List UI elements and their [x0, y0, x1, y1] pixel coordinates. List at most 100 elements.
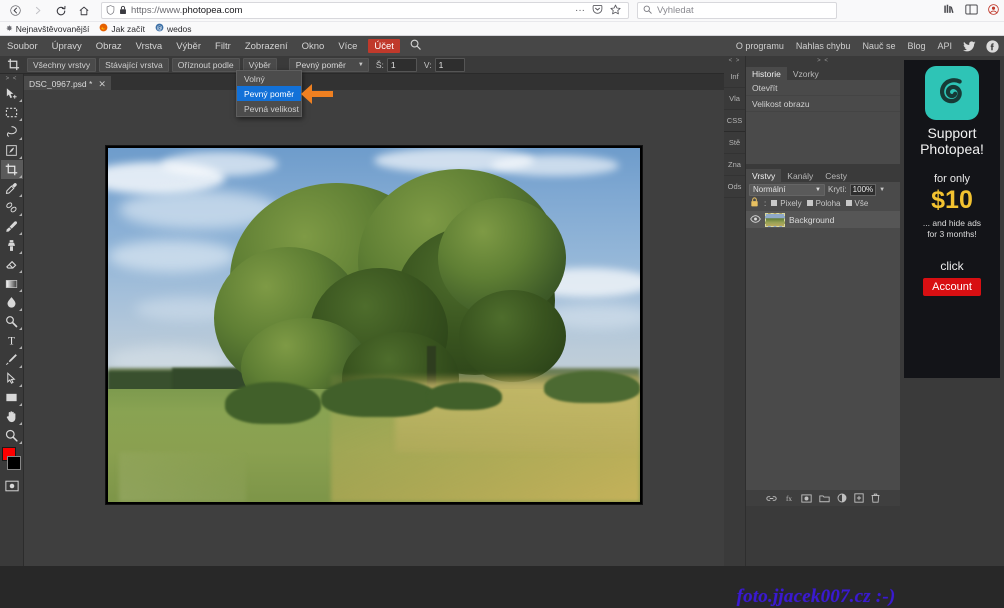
- reload-button[interactable]: [50, 1, 72, 21]
- dropdown-item-pevna-velikost[interactable]: Pevná velikost: [237, 101, 301, 116]
- bookmark-item[interactable]: Jak začít: [99, 23, 145, 34]
- library-icon[interactable]: [943, 3, 955, 18]
- menu-ucet-button[interactable]: Účet: [368, 39, 400, 53]
- sidebar-icon[interactable]: [965, 4, 978, 18]
- vtab-ste[interactable]: Stě: [724, 132, 745, 154]
- facebook-icon[interactable]: [981, 40, 1004, 53]
- collapse-icon[interactable]: < >: [724, 56, 745, 66]
- close-icon[interactable]: ✕: [98, 79, 106, 90]
- height-input[interactable]: 1: [435, 58, 465, 72]
- dodge-tool[interactable]: [1, 312, 23, 331]
- link-nauc-se[interactable]: Nauč se: [856, 36, 901, 56]
- bookmark-item[interactable]: @ wedos: [155, 23, 192, 34]
- type-tool[interactable]: T: [1, 331, 23, 350]
- dropdown-item-pevny-pomer[interactable]: Pevný poměr: [237, 86, 301, 101]
- brush-tool[interactable]: [1, 217, 23, 236]
- chevron-down-icon[interactable]: ▼: [879, 187, 885, 193]
- quick-mask-toggle[interactable]: [1, 476, 23, 495]
- menu-search-icon[interactable]: [404, 39, 427, 53]
- ad-account-button[interactable]: Account: [923, 278, 981, 296]
- collapse-icon[interactable]: > <: [746, 56, 900, 66]
- image-document[interactable]: [105, 145, 643, 505]
- account-icon[interactable]: [988, 4, 999, 18]
- link-blog[interactable]: Blog: [901, 36, 931, 56]
- eraser-tool[interactable]: [1, 255, 23, 274]
- link-layers-icon[interactable]: [766, 494, 777, 503]
- pen-tool[interactable]: [1, 350, 23, 369]
- delete-layer-icon[interactable]: [871, 493, 880, 503]
- vtab-ods[interactable]: Ods: [724, 176, 745, 198]
- menu-zobrazeni[interactable]: Zobrazení: [238, 36, 295, 56]
- healing-brush-tool[interactable]: [1, 198, 23, 217]
- tab-historie[interactable]: Historie: [746, 67, 787, 80]
- layer-style-icon[interactable]: fx: [784, 494, 794, 503]
- lock-all-option[interactable]: Vše: [846, 199, 869, 208]
- new-layer-icon[interactable]: [854, 493, 864, 503]
- color-swatches[interactable]: [1, 447, 23, 473]
- link-o-programu[interactable]: O programu: [730, 36, 790, 56]
- layer-row[interactable]: Background: [746, 210, 900, 228]
- tab-kanaly[interactable]: Kanály: [781, 169, 819, 182]
- menu-filtr[interactable]: Filtr: [208, 36, 238, 56]
- layer-mask-icon[interactable]: [801, 494, 812, 503]
- twitter-icon[interactable]: [958, 41, 981, 52]
- vtab-css[interactable]: CSS: [724, 110, 745, 132]
- width-input[interactable]: 1: [387, 58, 417, 72]
- lock-position-option[interactable]: Poloha: [807, 199, 841, 208]
- adjustment-layer-icon[interactable]: [837, 493, 847, 503]
- tab-vzorky[interactable]: Vzorky: [787, 67, 825, 80]
- link-nahlas-chybu[interactable]: Nahlas chybu: [790, 36, 857, 56]
- browser-search-box[interactable]: Vyhledat: [637, 2, 837, 19]
- history-entry[interactable]: Velikost obrazu: [746, 96, 900, 112]
- crop-tool-icon[interactable]: [2, 56, 24, 74]
- history-entry[interactable]: Otevřít: [746, 80, 900, 96]
- new-group-icon[interactable]: [819, 494, 830, 503]
- link-api[interactable]: API: [931, 36, 958, 56]
- menu-vice[interactable]: Více: [331, 36, 364, 56]
- bookmark-label: Nejnavštěvovanější: [16, 24, 90, 34]
- url-bar[interactable]: https://www.photopea.com ···: [101, 2, 629, 19]
- gradient-tool[interactable]: [1, 274, 23, 293]
- crop-by-button[interactable]: Oříznout podle: [172, 58, 240, 72]
- lock-pixels-option[interactable]: Pixely: [771, 199, 801, 208]
- forward-button[interactable]: [27, 1, 49, 21]
- menu-obraz[interactable]: Obraz: [89, 36, 129, 56]
- dropdown-item-volny[interactable]: Volný: [237, 71, 301, 86]
- back-button[interactable]: [4, 1, 26, 21]
- collapse-icon[interactable]: > <: [0, 74, 24, 84]
- menu-vrstva[interactable]: Vrstva: [129, 36, 170, 56]
- magic-wand-tool[interactable]: [1, 141, 23, 160]
- vtab-zna[interactable]: Zna: [724, 154, 745, 176]
- menu-soubor[interactable]: Soubor: [0, 36, 45, 56]
- background-color-swatch[interactable]: [7, 456, 21, 470]
- all-layers-button[interactable]: Všechny vrstvy: [27, 58, 96, 72]
- tab-vrstvy[interactable]: Vrstvy: [746, 169, 781, 182]
- current-layer-button[interactable]: Stávající vrstva: [99, 58, 169, 72]
- canvas-area[interactable]: [24, 90, 724, 536]
- home-button[interactable]: [73, 1, 95, 21]
- blend-mode-select[interactable]: Normální ▼: [749, 184, 825, 196]
- crop-tool[interactable]: [1, 160, 23, 179]
- bookmark-item[interactable]: ✸ Nejnavštěvovanější: [6, 24, 89, 34]
- hand-tool[interactable]: [1, 407, 23, 426]
- zoom-tool[interactable]: [1, 426, 23, 445]
- blur-tool[interactable]: [1, 293, 23, 312]
- opacity-value[interactable]: 100%: [850, 184, 876, 196]
- vtab-vla[interactable]: Vla: [724, 88, 745, 110]
- lasso-tool[interactable]: [1, 122, 23, 141]
- ellipsis-icon[interactable]: ···: [575, 5, 585, 16]
- pocket-icon[interactable]: [592, 4, 603, 18]
- menu-okno[interactable]: Okno: [295, 36, 332, 56]
- path-select-tool[interactable]: [1, 369, 23, 388]
- vtab-inf[interactable]: Inf: [724, 66, 745, 88]
- shape-tool[interactable]: [1, 388, 23, 407]
- eyedropper-tool[interactable]: [1, 179, 23, 198]
- star-icon[interactable]: [610, 4, 621, 18]
- eye-icon[interactable]: [750, 215, 761, 225]
- marquee-tool[interactable]: [1, 103, 23, 122]
- menu-upravy[interactable]: Úpravy: [45, 36, 89, 56]
- menu-vyber[interactable]: Výběr: [169, 36, 208, 56]
- tab-cesty[interactable]: Cesty: [819, 169, 853, 182]
- move-tool[interactable]: [1, 84, 23, 103]
- clone-stamp-tool[interactable]: [1, 236, 23, 255]
